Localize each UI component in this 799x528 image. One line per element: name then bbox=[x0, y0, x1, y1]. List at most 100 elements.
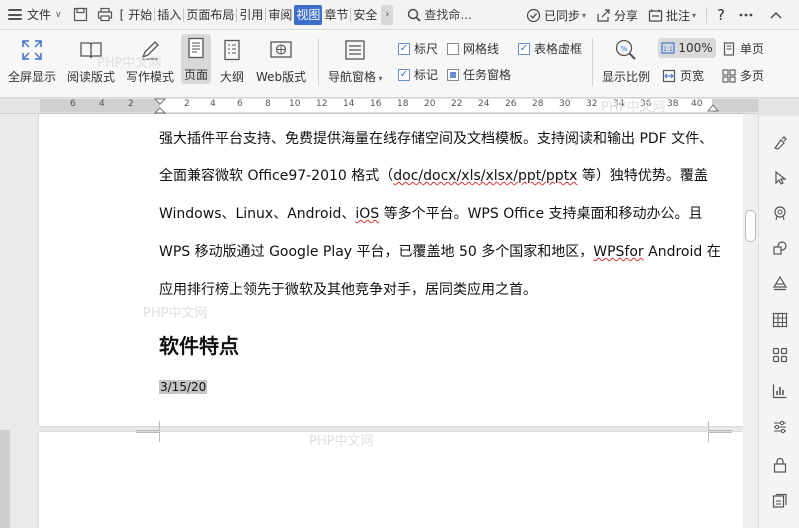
ruler-number: 32 bbox=[586, 99, 598, 109]
svg-text:1:1: 1:1 bbox=[664, 46, 674, 53]
save-icon[interactable] bbox=[70, 4, 92, 26]
document-canvas: 强大插件平台支持、免费提供海量在线存储空间及文档模板。支持阅读和输出 PDF 文… bbox=[0, 56, 758, 528]
more-tabs-chevron-icon[interactable]: › bbox=[381, 4, 394, 25]
collapse-ribbon-icon[interactable] bbox=[770, 11, 785, 19]
share-button[interactable]: 分享 bbox=[596, 7, 638, 24]
task-pane-checkbox[interactable]: 任务窗格 bbox=[447, 66, 511, 83]
selected-date-text[interactable]: 3/15/20 bbox=[159, 380, 208, 394]
web-view-label: Web版式 bbox=[256, 70, 307, 84]
scrollbar-thumb[interactable] bbox=[745, 210, 756, 242]
outline-button[interactable]: 大纲 bbox=[220, 36, 244, 85]
paragraph-line: 全面兼容微软 Office97-2010 格式（doc/docx/xls/xls… bbox=[159, 168, 708, 184]
select-cursor-icon[interactable] bbox=[771, 169, 789, 187]
checkbox-checked-icon: ✓ bbox=[398, 42, 410, 55]
marks-checkbox[interactable]: ✓ 标记 bbox=[398, 66, 438, 83]
page-view-label: 页面 bbox=[184, 68, 209, 82]
file-menu[interactable]: 文件 bbox=[27, 6, 51, 23]
comment-label: 批注 bbox=[666, 8, 691, 23]
vertical-ruler[interactable] bbox=[0, 430, 10, 528]
chart-icon[interactable] bbox=[771, 382, 789, 400]
ribbon-divider bbox=[318, 38, 319, 86]
checkbox-checked-icon: ✓ bbox=[398, 68, 410, 81]
ruler-number: 20 bbox=[424, 99, 436, 109]
comment-button[interactable]: 批注 ▾ bbox=[648, 7, 696, 24]
nav-pane-icon bbox=[344, 36, 366, 64]
vertical-scrollbar[interactable] bbox=[743, 114, 758, 528]
backup-icon[interactable] bbox=[771, 492, 789, 510]
ruler-number: 8 bbox=[265, 99, 271, 109]
multi-page-button[interactable]: 多页 bbox=[722, 67, 764, 84]
table-lines-checkbox[interactable]: ✓ 表格虚框 bbox=[518, 40, 582, 57]
ruler-number: 6 bbox=[237, 99, 243, 109]
ruler-number: 22 bbox=[451, 99, 463, 109]
menu-icon[interactable] bbox=[8, 9, 22, 20]
gridlines-checkbox[interactable]: 网格线 bbox=[447, 40, 499, 57]
command-search[interactable]: 查找命... bbox=[407, 6, 472, 23]
page-corner-mark bbox=[708, 432, 732, 442]
right-indent-marker-icon[interactable] bbox=[707, 100, 719, 112]
search-icon bbox=[408, 8, 421, 22]
zoom-100-button[interactable]: 1:1 100% bbox=[658, 38, 716, 58]
sync-button[interactable]: 已同步 ▾ bbox=[526, 7, 586, 24]
zoom-icon: % bbox=[614, 36, 638, 64]
ruler-number: 28 bbox=[532, 99, 544, 109]
multi-page-label: 多页 bbox=[740, 69, 765, 83]
menu-divider bbox=[706, 7, 708, 23]
settings-sliders-icon[interactable] bbox=[771, 418, 789, 436]
tab-chapter[interactable]: 章节 bbox=[322, 5, 350, 25]
paragraph-line: 应用排行榜上领先于微软及其他竞争对手，居同类应用之首。 bbox=[159, 282, 537, 298]
page-width-label: 页宽 bbox=[680, 69, 705, 83]
page-corner-mark bbox=[708, 421, 732, 431]
page-view-button[interactable]: 页面 bbox=[181, 34, 212, 84]
style-badge-icon[interactable] bbox=[771, 204, 789, 222]
format-brush-icon[interactable] bbox=[771, 134, 789, 152]
paragraph-line: WPS 移动版通过 Google Play 平台，已覆盖地 50 多个国家和地区… bbox=[159, 244, 721, 260]
zoom-value: 100% bbox=[678, 41, 713, 55]
tab-insert[interactable]: 插入 bbox=[155, 5, 183, 25]
single-page-label: 单页 bbox=[740, 42, 765, 56]
ruler-number: 24 bbox=[478, 99, 490, 109]
document-page[interactable]: 强大插件平台支持、免费提供海量在线存储空间及文档模板。支持阅读和输出 PDF 文… bbox=[39, 56, 743, 426]
help-button[interactable]: ? bbox=[717, 6, 725, 24]
gridlines-label: 网格线 bbox=[463, 42, 500, 56]
shapes-icon[interactable] bbox=[771, 239, 789, 257]
apps-grid-icon[interactable] bbox=[771, 346, 789, 364]
ruler-checkbox[interactable]: ✓ 标尺 bbox=[398, 40, 438, 57]
nav-pane-label: 导航窗格 ▾ bbox=[328, 70, 383, 84]
share-label: 分享 bbox=[613, 8, 638, 23]
more-options-icon[interactable] bbox=[739, 13, 756, 17]
tab-page-layout[interactable]: 页面布局 bbox=[184, 5, 236, 25]
tab-view[interactable]: 视图 bbox=[294, 4, 323, 25]
nav-pane-button[interactable]: 导航窗格 ▾ bbox=[328, 36, 383, 85]
menu-bar: 文件 ∨ [ 开始 插入 页面布局 引用 审阅 视图 章节 安全 › 查找命..… bbox=[0, 0, 799, 30]
zoom-ratio-button[interactable]: % 显示比例 bbox=[602, 36, 650, 85]
right-toolbar bbox=[758, 98, 799, 528]
fullscreen-button[interactable]: 全屏显示 bbox=[8, 36, 56, 85]
document-page[interactable]: PHP中文网 bbox=[39, 432, 743, 528]
chevron-down-icon[interactable]: ∨ bbox=[55, 10, 62, 20]
fullscreen-label: 全屏显示 bbox=[8, 70, 57, 84]
lock-icon[interactable] bbox=[771, 456, 789, 474]
tab-review[interactable]: 审阅 bbox=[266, 5, 294, 25]
ruler-number: 30 bbox=[559, 99, 571, 109]
table-lines-label: 表格虚框 bbox=[534, 42, 583, 56]
section-heading: 软件特点 bbox=[159, 334, 239, 358]
ruler-number: 6 bbox=[70, 99, 76, 109]
print-icon[interactable] bbox=[94, 4, 116, 26]
tab-security[interactable]: 安全 bbox=[351, 5, 379, 25]
tab-home[interactable]: 开始 bbox=[126, 5, 154, 25]
page-width-button[interactable]: 页宽 bbox=[662, 67, 704, 84]
web-view-button[interactable]: Web版式 bbox=[256, 36, 306, 85]
single-page-icon bbox=[723, 41, 735, 56]
fill-icon[interactable] bbox=[771, 274, 789, 292]
ruler-number: 4 bbox=[210, 99, 216, 109]
ruler-number: 26 bbox=[505, 99, 517, 109]
ruler-number: 18 bbox=[397, 99, 409, 109]
outline-icon bbox=[223, 36, 241, 64]
indent-marker-icon[interactable] bbox=[154, 98, 166, 114]
single-page-button[interactable]: 单页 bbox=[722, 40, 764, 57]
tab-references[interactable]: 引用 bbox=[237, 5, 265, 25]
tab-bracket[interactable]: [ bbox=[118, 5, 127, 25]
marks-label: 标记 bbox=[414, 68, 439, 82]
table-icon[interactable] bbox=[771, 311, 789, 329]
